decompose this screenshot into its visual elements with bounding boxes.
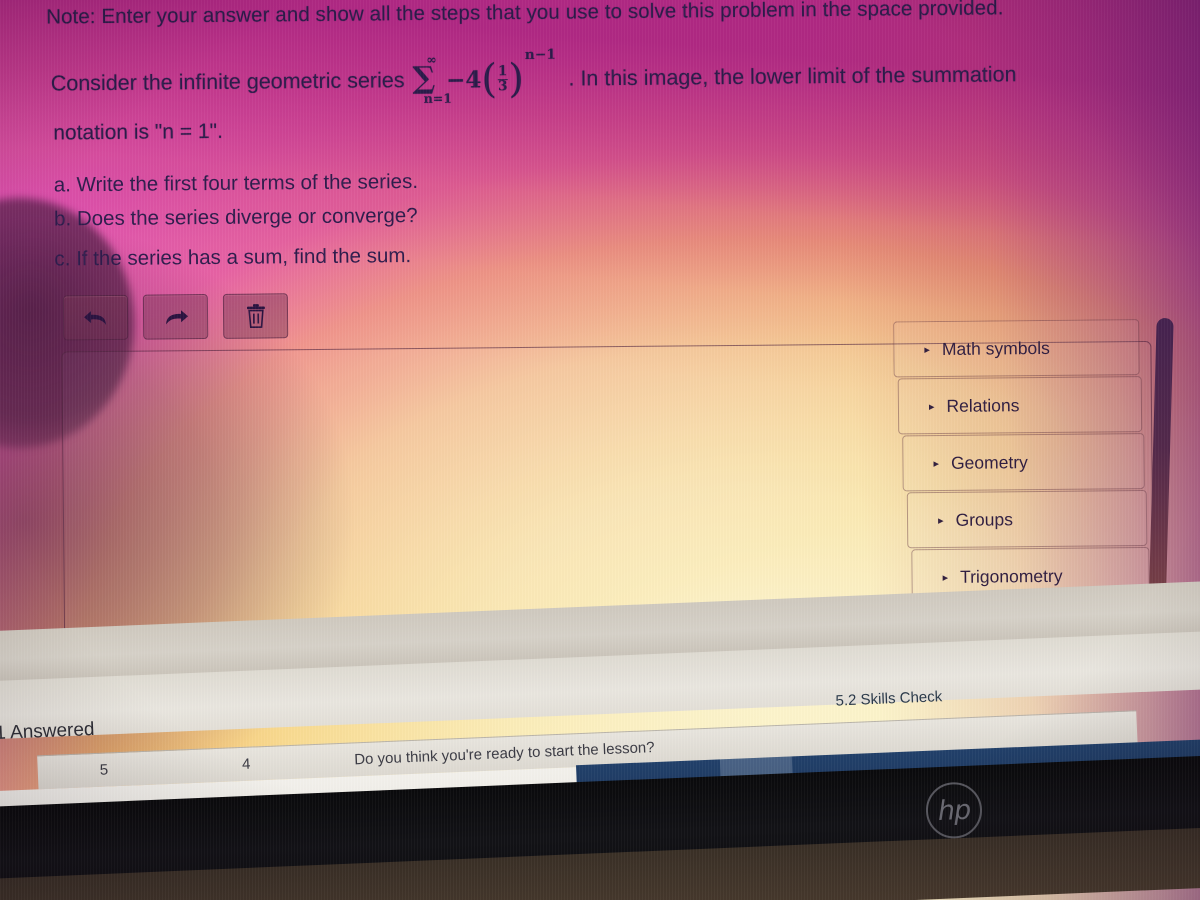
accordion-item-label: Trigonometry xyxy=(960,565,1063,587)
hp-brand-logo: hp xyxy=(924,781,984,840)
series-coefficient: −4 xyxy=(445,66,482,94)
question-part-a: a. Write the first four terms of the ser… xyxy=(53,169,419,197)
redo-arrow-icon xyxy=(160,305,190,329)
accordion-item-label: Relations xyxy=(946,394,1020,416)
prompt-tail-text: . In this image, the lower limit of the … xyxy=(568,62,1017,91)
accordion-item-groups[interactable]: ▸ Groups xyxy=(906,490,1148,549)
chevron-right-icon: ▸ xyxy=(937,514,944,527)
chevron-right-icon: ▸ xyxy=(928,400,935,413)
question-note: Note: Enter your answer and show all the… xyxy=(46,0,1004,29)
browser-tab-4[interactable]: 4 xyxy=(242,756,251,773)
chevron-right-icon: ▸ xyxy=(924,343,930,356)
browser-tab-5[interactable]: 5 xyxy=(99,761,108,778)
common-ratio-fraction: 1 3 xyxy=(497,63,508,94)
fraction-numerator: 1 xyxy=(497,63,508,80)
answered-status-label: of 1 Answered xyxy=(0,718,95,745)
open-paren: ( xyxy=(481,56,498,103)
question-notation-line: notation is "n = 1". xyxy=(53,119,223,145)
close-paren: ) xyxy=(508,56,525,103)
question-part-c: c. If the series has a sum, find the sum… xyxy=(54,244,412,271)
trash-icon xyxy=(243,303,267,329)
accordion-item-label: Groups xyxy=(955,508,1014,530)
accordion-item-label: Geometry xyxy=(950,451,1028,473)
accordion-item-geometry[interactable]: ▸ Geometry xyxy=(902,433,1145,492)
browser-tab-skills-check[interactable]: 5.2 Skills Check xyxy=(835,688,942,709)
fraction-denominator: 3 xyxy=(497,77,508,94)
summation-symbol: ∑ ∞ n=1 xyxy=(412,52,453,107)
question-part-b: b. Does the series diverge or converge? xyxy=(53,204,418,231)
series-exponent: n−1 xyxy=(524,46,557,63)
accordion-item-label: Math symbols xyxy=(941,337,1050,359)
accordion-item-math-symbols[interactable]: ▸ Math symbols xyxy=(893,319,1140,378)
editor-toolbar xyxy=(62,293,289,341)
question-prompt: Consider the infinite geometric series ∑… xyxy=(50,47,1017,107)
laptop-screen-photo: Note: Enter your answer and show all the… xyxy=(0,0,1200,900)
summation-lower-limit: n=1 xyxy=(423,90,453,107)
assignment-question-view: Note: Enter your answer and show all the… xyxy=(0,0,1200,672)
redo-button[interactable] xyxy=(142,294,209,340)
undo-arrow-icon xyxy=(80,305,110,329)
delete-button[interactable] xyxy=(222,293,289,339)
accordion-item-relations[interactable]: ▸ Relations xyxy=(897,376,1143,435)
prompt-lead-text: Consider the infinite geometric series xyxy=(50,67,405,96)
chevron-right-icon: ▸ xyxy=(933,457,940,470)
summation-upper-limit: ∞ xyxy=(426,52,437,68)
chevron-right-icon: ▸ xyxy=(942,571,949,584)
undo-button[interactable] xyxy=(62,294,129,341)
series-math-expression: ∑ ∞ n=1 −4 ( 1 3 ) n−1 xyxy=(406,47,556,107)
